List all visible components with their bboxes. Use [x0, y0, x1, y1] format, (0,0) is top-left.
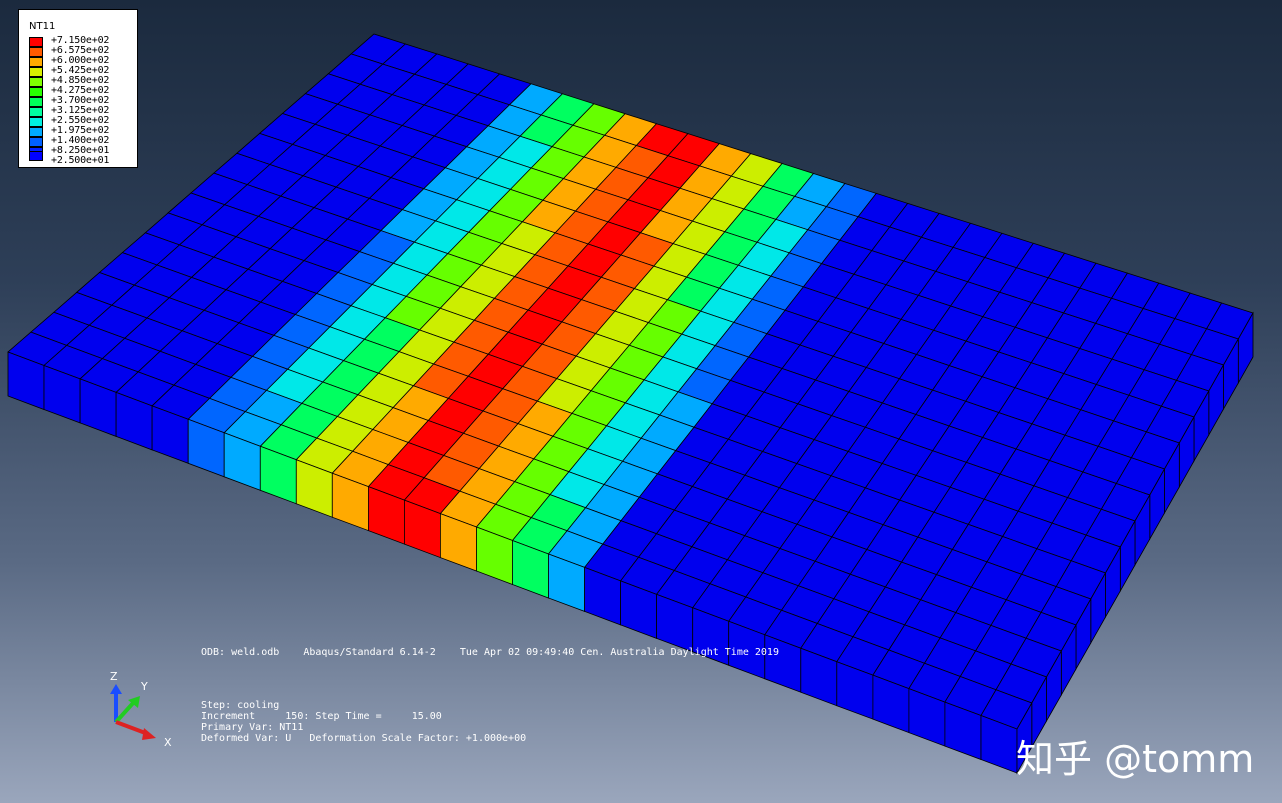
legend-swatch	[29, 151, 43, 161]
model-viewport[interactable]	[0, 0, 1282, 803]
watermark: 知乎 @tomm	[1016, 737, 1255, 781]
legend-swatch	[29, 77, 43, 87]
x-axis-head	[142, 728, 156, 740]
z-axis-label: Z	[110, 670, 118, 683]
legend-swatch	[29, 107, 43, 117]
y-axis-arrow	[114, 700, 136, 724]
legend-swatch	[29, 87, 43, 97]
odb-info-line: ODB: weld.odb Abaqus/Standard 6.14-2 Tue…	[201, 647, 779, 658]
legend-swatch	[29, 97, 43, 107]
y-axis-label: Y	[141, 680, 148, 693]
legend-swatch	[29, 47, 43, 57]
legend-swatch	[29, 137, 43, 147]
plate-mesh	[7, 33, 1254, 775]
contour-legend: NT11 +7.150e+02 +6.575e+02 +6.000e+02 +5.42…	[18, 9, 138, 168]
deformed-var-info: Deformed Var: U Deformation Scale Factor…	[201, 733, 527, 744]
primary-var-info: Primary Var: NT11	[201, 722, 304, 733]
axis-triad	[110, 684, 156, 740]
legend-title: NT11	[29, 21, 56, 32]
step-info: Step: cooling	[201, 700, 280, 711]
legend-swatch	[29, 37, 43, 47]
legend-swatch	[29, 117, 43, 127]
z-axis-head	[110, 684, 122, 694]
legend-value: +2.500e+01	[51, 155, 110, 166]
x-axis-label: X	[164, 736, 172, 749]
legend-swatch	[29, 67, 43, 77]
legend-swatch	[29, 127, 43, 137]
x-axis-arrow	[115, 720, 149, 736]
legend-swatch	[29, 57, 43, 67]
increment-info: Increment 150: Step Time = 15.00	[201, 711, 442, 722]
